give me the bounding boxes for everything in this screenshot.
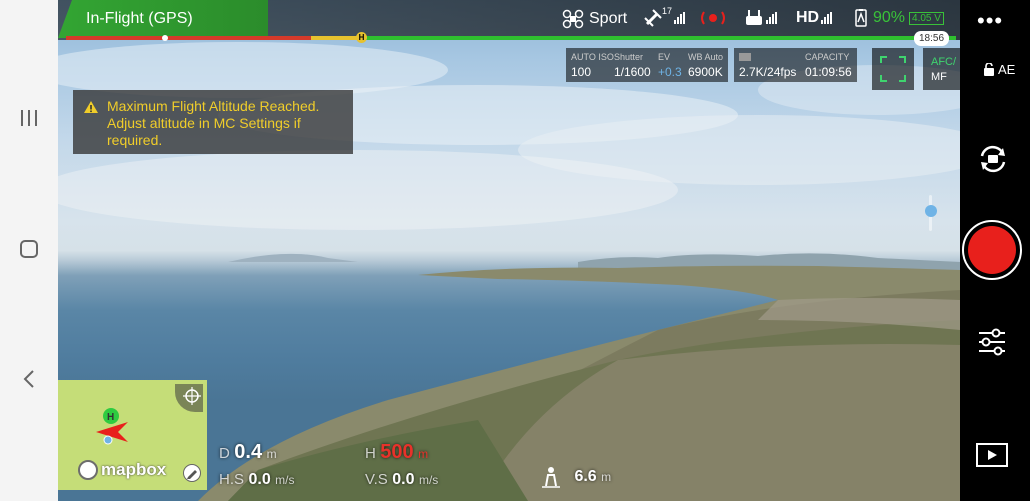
battery-percent: 90% <box>873 9 906 26</box>
af-mf-toggle[interactable]: AFC/ MF <box>923 48 960 90</box>
gimbal-slider-knob[interactable] <box>925 205 937 217</box>
recent-apps-button[interactable] <box>0 98 58 138</box>
top-status-bar: In-Flight (GPS) Sport 17 HD 90% 4.05 V H… <box>58 0 960 46</box>
rc-signal-bars <box>766 12 777 24</box>
mf-label: MF <box>931 71 947 83</box>
capacity-label: CAPACITY <box>805 52 850 62</box>
mapbox-attribution: mapbox <box>78 460 166 480</box>
record-indicator <box>968 226 1016 274</box>
vs-value: 0.0 <box>392 471 415 488</box>
camera-control-bar: ••• AE <box>960 0 1030 501</box>
recent-apps-icon <box>21 110 37 126</box>
vs-unit: m/s <box>418 473 439 487</box>
progress-marker <box>162 35 168 41</box>
android-nav-bar <box>0 0 58 501</box>
gps-signal-bars <box>674 12 686 24</box>
ae-label: AE <box>998 62 1016 77</box>
camera-switch-button[interactable] <box>976 142 1010 181</box>
back-button[interactable] <box>0 359 58 399</box>
ev-label: EV <box>658 52 671 62</box>
camera-switch-icon <box>980 145 1006 173</box>
video-signal-label: HD <box>796 9 820 26</box>
wb-label: WB Auto <box>688 52 724 62</box>
distance-telemetry: D 0.4 m <box>219 441 277 464</box>
person-icon <box>542 467 560 488</box>
camera-settings-button[interactable] <box>976 326 1008 363</box>
drone-icon <box>562 9 584 29</box>
gps-status[interactable]: 17 <box>644 6 686 27</box>
flight-status-text: In-Flight (GPS) <box>86 10 193 27</box>
mini-map[interactable]: H mapbox <box>58 380 207 490</box>
flight-mode[interactable]: Sport <box>562 9 627 29</box>
map-locate-button[interactable] <box>175 384 203 412</box>
distance-unit: m <box>266 447 277 461</box>
battery-icon <box>855 9 867 27</box>
svg-text:H: H <box>107 412 114 423</box>
video-signal-bars <box>821 12 833 24</box>
recording-settings[interactable]: CAPACITY 2.7K/24fps 01:09:56 <box>734 48 857 82</box>
iso-value: 100 <box>571 65 592 79</box>
rc-signal[interactable] <box>744 9 777 27</box>
altitude-warning-banner: Maximum Flight Altitude Reached. Adjust … <box>73 90 353 154</box>
focus-frame-icon <box>880 56 906 82</box>
vertical-speed-telemetry: V.S 0.0 m/s <box>365 471 438 489</box>
vps-height-telemetry: 6.6 m <box>540 466 611 488</box>
video-signal[interactable]: HD <box>796 9 833 27</box>
capacity-value: 01:09:56 <box>805 65 852 79</box>
mapbox-label: mapbox <box>101 460 167 479</box>
warning-text: Maximum Flight Altitude Reached. Adjust … <box>107 98 320 148</box>
shutter-value: 1/1600 <box>614 65 651 79</box>
gps-count: 17 <box>662 6 673 16</box>
vps-value: 6.6 <box>574 468 597 486</box>
obstacle-sensor-icon <box>701 11 725 25</box>
sd-card-icon <box>739 53 751 61</box>
locate-icon <box>183 387 201 405</box>
home-marker: H <box>356 32 367 43</box>
gps-icon <box>644 9 662 27</box>
back-icon <box>23 370 34 388</box>
focus-mode-button[interactable] <box>872 48 914 90</box>
progress-low-battery <box>66 36 311 40</box>
height-label: H <box>365 445 376 462</box>
playback-button[interactable] <box>976 442 1008 473</box>
vs-label: V.S <box>365 471 388 488</box>
flight-mode-label: Sport <box>589 10 628 27</box>
resolution-value: 2.7K/24fps <box>739 65 797 79</box>
remote-controller-icon <box>746 10 762 25</box>
record-button[interactable] <box>962 220 1022 280</box>
height-unit: m <box>418 447 429 461</box>
home-button[interactable] <box>0 229 58 269</box>
edit-icon <box>187 470 197 479</box>
battery-voltage: 4.05 V <box>909 11 944 25</box>
height-telemetry: H 500 m <box>365 441 428 464</box>
wb-value: 6900K <box>688 65 723 79</box>
hs-value: 0.0 <box>248 471 271 488</box>
more-menu-button[interactable]: ••• <box>977 8 1003 34</box>
progress-return-home <box>311 36 361 40</box>
shutter-label: Shutter <box>614 52 644 62</box>
map-edit-button[interactable] <box>183 464 201 482</box>
ev-value: +0.3 <box>658 65 682 79</box>
mapbox-logo-icon <box>78 460 98 480</box>
iso-label: AUTO ISO <box>571 52 614 62</box>
warning-icon <box>84 101 98 113</box>
lock-icon <box>984 63 994 76</box>
afc-label: AFC/ <box>931 56 957 68</box>
hs-unit: m/s <box>275 473 295 487</box>
remaining-flight-time: 18:56 <box>914 31 950 46</box>
hs-label: H.S <box>219 471 245 488</box>
horizontal-speed-telemetry: H.S 0.0 m/s <box>219 471 295 489</box>
battery-flight-progress: H <box>66 32 956 43</box>
playback-icon <box>976 443 1008 467</box>
vps-unit: m <box>601 470 612 485</box>
camera-exposure-settings[interactable]: AUTO ISO 100 Shutter 1/1600 EV +0.3 WB A… <box>566 48 728 82</box>
distance-value: 0.4 <box>234 441 263 463</box>
home-icon <box>20 240 38 258</box>
height-value: 500 <box>380 441 414 463</box>
distance-label: D <box>219 445 230 462</box>
settings-sliders-icon <box>979 328 1005 356</box>
battery-status[interactable]: 90% 4.05 V <box>852 9 944 27</box>
obstacle-sensor[interactable] <box>700 9 726 27</box>
ae-lock-button[interactable]: AE <box>984 62 1015 77</box>
